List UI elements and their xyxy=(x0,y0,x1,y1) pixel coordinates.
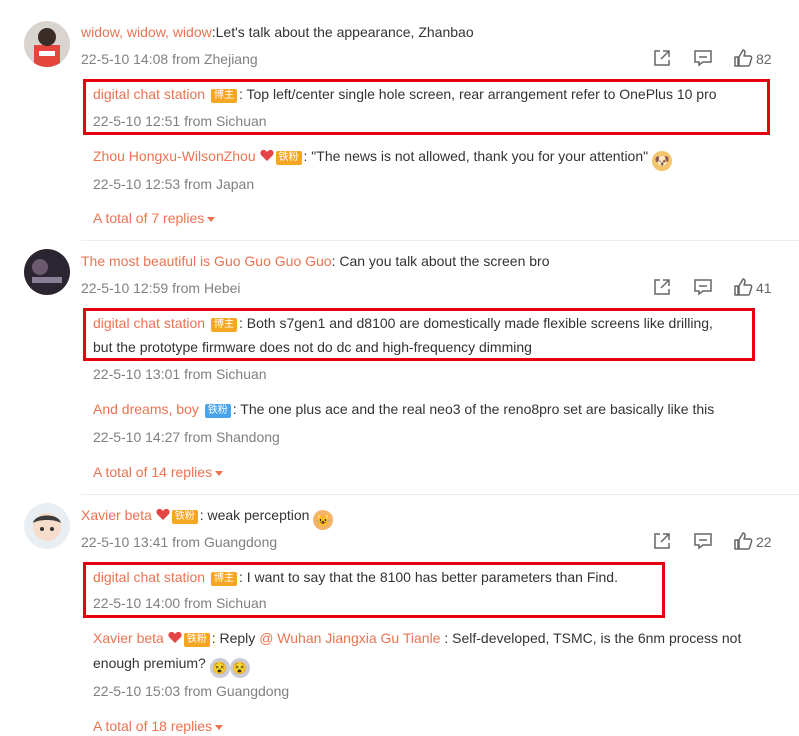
username-link[interactable]: widow, widow, widow xyxy=(81,24,212,40)
avatar[interactable] xyxy=(24,21,70,67)
comment-meta: 22-5-10 12:59 from Hebei xyxy=(81,280,241,296)
blogger-badge: 博主 xyxy=(210,89,237,103)
like-icon[interactable] xyxy=(733,531,753,553)
username-link[interactable]: digital chat station xyxy=(93,569,205,585)
heart-icon xyxy=(259,149,274,161)
username-link[interactable]: Xavier beta xyxy=(81,507,152,523)
reply-text: Zhou Hongxu-WilsonZhou 铁粉: "The news is … xyxy=(93,146,672,171)
face-emoji-icon: 😵 xyxy=(209,658,230,678)
username-link[interactable]: Zhou Hongxu-WilsonZhou xyxy=(93,148,256,164)
fan-badge: 铁粉 xyxy=(183,633,210,647)
heart-icon xyxy=(156,508,170,520)
fan-badge: 铁粉 xyxy=(204,404,231,418)
reply-text: digital chat station 博主: I want to say t… xyxy=(93,569,618,586)
comment-text: widow, widow, widow:Let's talk about the… xyxy=(81,24,474,40)
reply-text: digital chat station 博主: Both s7gen1 and… xyxy=(93,315,713,332)
divider xyxy=(81,494,799,495)
share-icon[interactable] xyxy=(652,48,672,70)
comment-icon[interactable] xyxy=(693,48,713,70)
comment-text: The most beautiful is Guo Guo Guo Guo: C… xyxy=(81,253,550,269)
comment-icon[interactable] xyxy=(693,277,713,299)
like-count: 22 xyxy=(756,534,772,550)
reply-meta: 22-5-10 15:03 from Guangdong xyxy=(93,683,290,699)
like-icon[interactable] xyxy=(733,48,753,70)
reply-text-line2: but the prototype firmware does not do d… xyxy=(93,339,532,355)
reply-meta: 22-5-10 14:27 from Shandong xyxy=(93,429,280,445)
caret-down-icon xyxy=(215,470,224,476)
fan-badge: 铁粉 xyxy=(275,151,302,165)
comment-text: Xavier beta 铁粉: weak perception 😺 xyxy=(81,505,334,530)
face-emoji-icon: 😵 xyxy=(229,658,250,678)
avatar[interactable] xyxy=(24,249,70,295)
more-replies-link[interactable]: A total of 7 replies xyxy=(93,208,216,228)
like-count: 82 xyxy=(756,51,772,67)
face-emoji-icon: 😺 xyxy=(313,510,334,530)
reply-text: digital chat station 博主: Top left/center… xyxy=(93,86,717,103)
comment-actions: 82 xyxy=(650,48,780,70)
like-count: 41 xyxy=(756,280,772,296)
reply-meta: 22-5-10 13:01 from Sichuan xyxy=(93,366,267,382)
blogger-badge: 博主 xyxy=(210,318,237,332)
comment-meta: 22-5-10 13:41 from Guangdong xyxy=(81,534,278,550)
reply-meta: 22-5-10 12:53 from Japan xyxy=(93,176,255,192)
username-link[interactable]: digital chat station xyxy=(93,86,205,102)
username-link[interactable]: Xavier beta xyxy=(93,630,164,646)
comment-actions: 22 xyxy=(650,531,780,553)
avatar[interactable] xyxy=(24,503,70,549)
more-replies-link[interactable]: A total of 14 replies xyxy=(93,462,224,482)
caret-down-icon xyxy=(207,216,216,222)
blogger-badge: 博主 xyxy=(210,572,237,586)
divider xyxy=(81,240,799,241)
doge-emoji-icon: 🐶 xyxy=(652,151,672,171)
like-icon[interactable] xyxy=(733,277,753,299)
heart-icon xyxy=(168,631,182,643)
fan-badge: 铁粉 xyxy=(171,510,198,524)
username-link[interactable]: digital chat station xyxy=(93,315,205,331)
more-replies-link[interactable]: A total of 18 replies xyxy=(93,716,224,736)
mention-link[interactable]: @ Wuhan Jiangxia Gu Tianle xyxy=(259,630,440,646)
reply-text: And dreams, boy 铁粉: The one plus ace and… xyxy=(93,401,715,418)
comment-meta: 22-5-10 14:08 from Zhejiang xyxy=(81,51,258,67)
reply-meta: 22-5-10 14:00 from Sichuan xyxy=(93,595,267,611)
comment-actions: 41 xyxy=(650,277,780,299)
share-icon[interactable] xyxy=(652,531,672,553)
username-link[interactable]: And dreams, boy xyxy=(93,401,199,417)
username-link[interactable]: The most beautiful is Guo Guo Guo Guo xyxy=(81,253,332,269)
reply-text-line2: enough premium? 😵 😵 xyxy=(93,653,250,678)
caret-down-icon xyxy=(215,724,224,730)
reply-meta: 22-5-10 12:51 from Sichuan xyxy=(93,113,267,129)
reply-text: Xavier beta 铁粉: Reply @ Wuhan Jiangxia G… xyxy=(93,630,742,647)
share-icon[interactable] xyxy=(652,277,672,299)
comment-icon[interactable] xyxy=(693,531,713,553)
